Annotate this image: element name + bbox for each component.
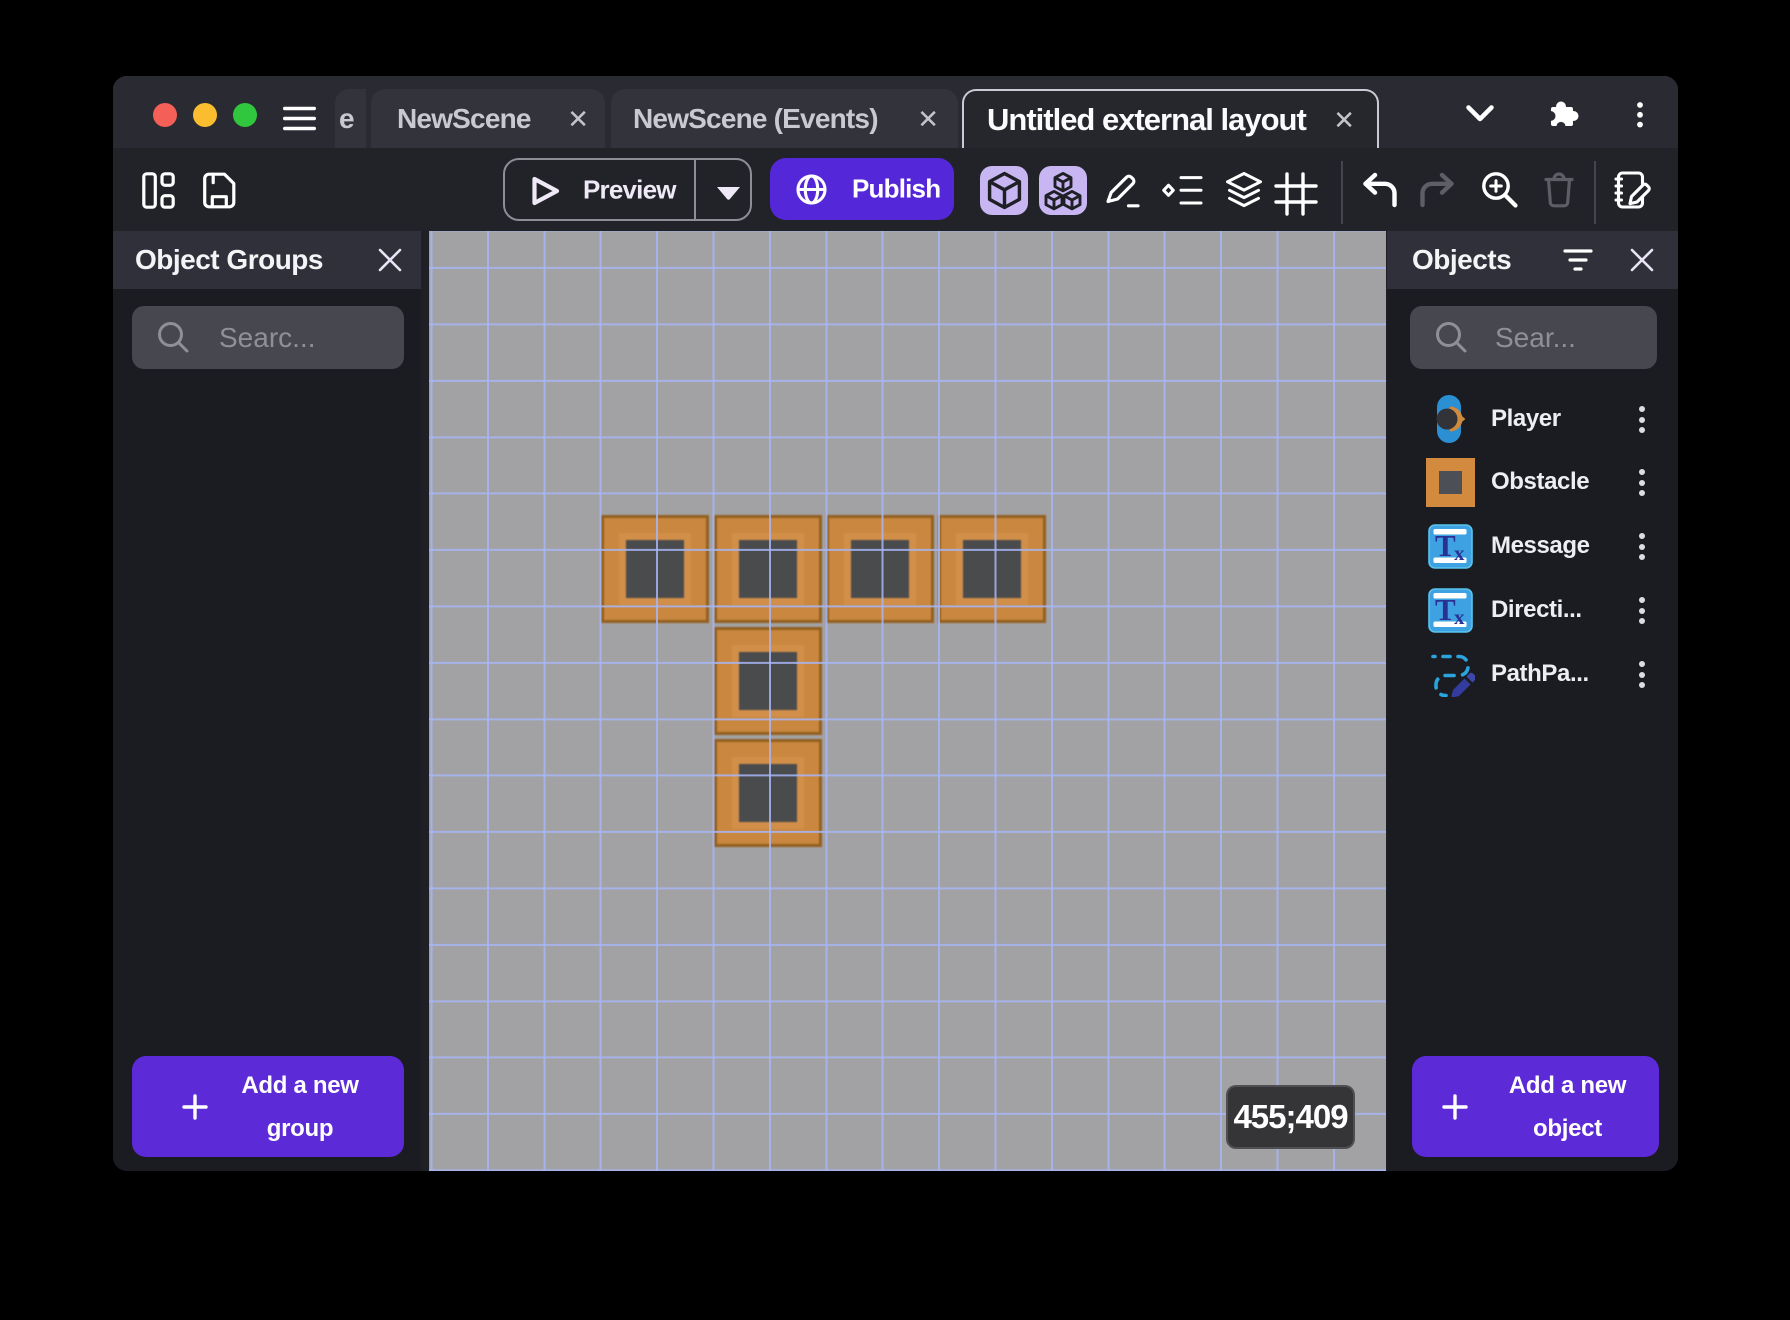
svg-text:x: x: [1454, 541, 1465, 565]
svg-text:x: x: [1454, 605, 1465, 629]
svg-text:T: T: [1435, 592, 1456, 627]
svg-text:T: T: [1435, 528, 1456, 563]
